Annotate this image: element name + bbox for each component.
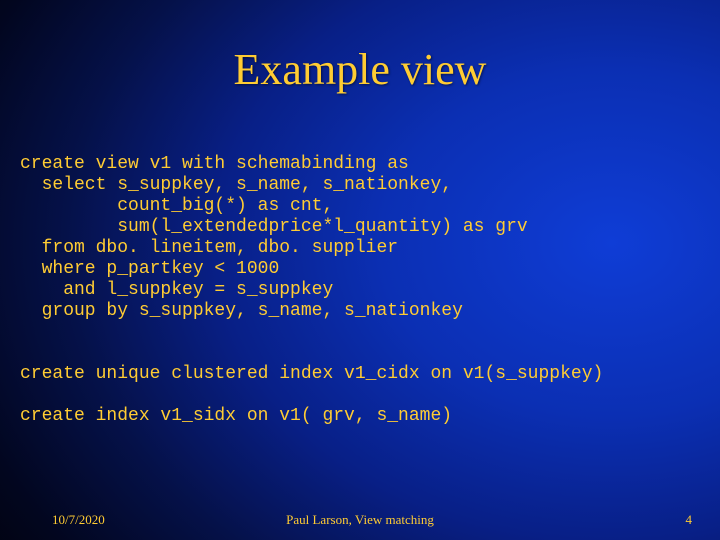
- slide: Example view create view v1 with schemab…: [0, 0, 720, 540]
- slide-title: Example view: [0, 44, 720, 95]
- slide-body-code: create view v1 with schemabinding as sel…: [20, 154, 716, 427]
- footer-page-number: 4: [686, 512, 693, 528]
- footer-author: Paul Larson, View matching: [0, 512, 720, 528]
- slide-footer: 10/7/2020 Paul Larson, View matching 4: [0, 508, 720, 528]
